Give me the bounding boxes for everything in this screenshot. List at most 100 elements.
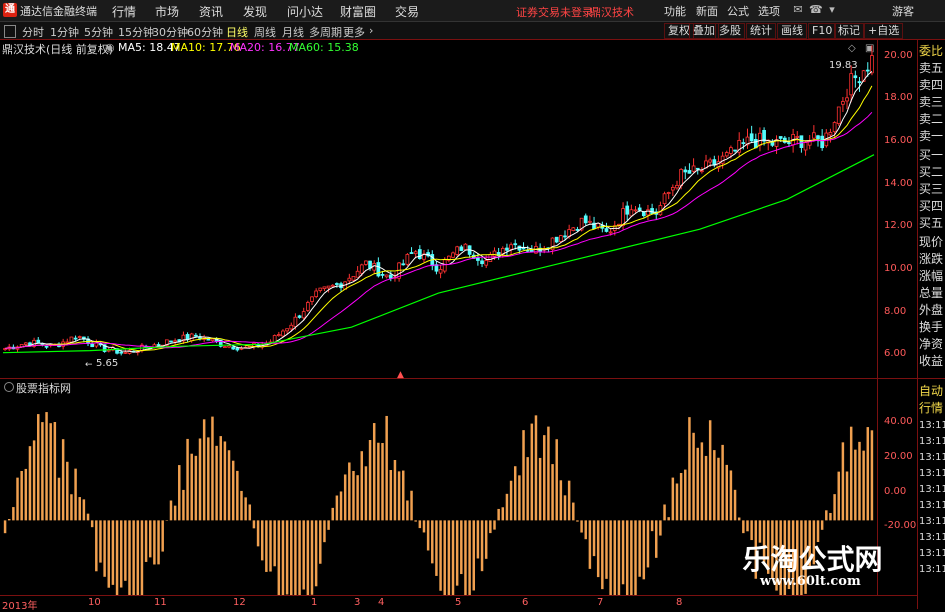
f10-button[interactable]: F10 xyxy=(808,23,836,39)
indicator-bar xyxy=(41,422,43,520)
add-favorite-button[interactable]: +自选 xyxy=(864,23,903,39)
indicator-bar xyxy=(535,415,537,520)
candle-body xyxy=(302,312,305,318)
tab-period-multi[interactable]: 多周期 xyxy=(309,24,342,40)
candle-body xyxy=(576,229,579,230)
tab-period-more[interactable]: 更多 xyxy=(343,24,365,40)
event-marker-icon[interactable]: ▲ xyxy=(397,370,404,380)
indicator-bar xyxy=(8,519,10,520)
tab-period-30min[interactable]: 30分钟 xyxy=(152,24,188,40)
candle-body xyxy=(464,244,467,249)
y-tick-label: 10.00 xyxy=(884,263,913,274)
indicator-bar xyxy=(597,520,599,577)
indicator-bar xyxy=(62,439,64,520)
candle-body xyxy=(812,133,815,138)
user-label[interactable]: 游客 xyxy=(892,3,914,19)
tab-period-5min[interactable]: 5分钟 xyxy=(84,24,113,40)
indicator-bar xyxy=(228,450,230,520)
menu-item-discover[interactable]: 发现 xyxy=(243,3,267,20)
indicator-settings-icon[interactable] xyxy=(4,382,14,392)
candle-body xyxy=(817,136,820,139)
candle-body xyxy=(385,275,388,277)
tab-period-15min[interactable]: 15分钟 xyxy=(118,24,154,40)
quote-label-net-asset: 净资 xyxy=(919,336,943,352)
indicator-bar xyxy=(406,500,408,520)
multi-stock-button[interactable]: 多股 xyxy=(715,23,745,39)
candle-body xyxy=(323,287,326,289)
indicator-bar xyxy=(410,491,412,521)
pane-divider[interactable] xyxy=(0,378,917,379)
stats-button[interactable]: 统计 xyxy=(746,23,776,39)
tab-period-weekly[interactable]: 周线 xyxy=(254,24,276,40)
menu-item-wealth[interactable]: 财富圈 xyxy=(340,3,376,20)
candle-body xyxy=(78,337,81,338)
indicator-bar xyxy=(614,520,616,595)
menu-item-trade[interactable]: 交易 xyxy=(395,3,419,20)
candle-body xyxy=(742,143,745,144)
indicator-bar xyxy=(746,520,748,531)
indicator-bar xyxy=(456,520,458,585)
indicator-bar xyxy=(54,422,56,520)
x-tick-label: 1 xyxy=(311,597,317,608)
indicator-bar xyxy=(137,520,139,595)
quote-label-ask2: 卖二 xyxy=(919,111,943,127)
menu-formula[interactable]: 公式 xyxy=(727,3,749,19)
tab-period-daily[interactable]: 日线 xyxy=(226,24,248,40)
candle-body xyxy=(804,143,807,150)
indicator-bar xyxy=(120,520,122,587)
x-tick-label: 10 xyxy=(88,597,101,608)
indicator-bar xyxy=(871,430,873,520)
indicator-bar xyxy=(4,520,6,533)
candle-body xyxy=(286,329,289,331)
indicator-bar xyxy=(419,520,421,528)
quote-tab-button[interactable]: 行情 xyxy=(919,400,943,416)
tab-period-1min[interactable]: 1分钟 xyxy=(50,24,79,40)
menu-item-ask[interactable]: 问小达 xyxy=(287,3,323,20)
tab-period-60min[interactable]: 60分钟 xyxy=(187,24,223,40)
indicator-bar xyxy=(215,446,217,521)
auto-button[interactable]: 自动 xyxy=(919,383,943,399)
more-icon[interactable]: ▾ xyxy=(826,4,838,16)
y-tick-label: 6.00 xyxy=(884,348,906,359)
indicator-bar xyxy=(319,520,321,563)
menu-item-news[interactable]: 资讯 xyxy=(199,3,223,20)
candle-body xyxy=(642,212,645,216)
low-price-label: 5.65 xyxy=(96,358,118,369)
candle-body xyxy=(157,344,160,345)
mail-icon[interactable]: ✉ xyxy=(792,4,804,16)
chevron-right-icon[interactable]: › xyxy=(369,24,373,37)
login-notice[interactable]: 证券交易未登录 xyxy=(516,4,593,20)
menu-item-hangqing[interactable]: 行情 xyxy=(112,3,136,20)
tab-period-fenshi[interactable]: 分时 xyxy=(22,24,44,40)
candle-body xyxy=(331,285,334,286)
candle-body xyxy=(734,150,737,151)
mark-button[interactable]: 标记 xyxy=(834,23,864,39)
candle-body xyxy=(729,148,732,154)
indicator-bar xyxy=(701,442,703,520)
candle-body xyxy=(771,142,774,145)
candle-body xyxy=(489,255,492,262)
indicator-bar xyxy=(265,520,267,572)
sidebar-toggle-icon[interactable] xyxy=(4,25,16,38)
menu-function[interactable]: 功能 xyxy=(664,3,686,19)
candle-body xyxy=(866,70,869,71)
ma5-line xyxy=(5,71,872,352)
candle-body xyxy=(37,340,40,343)
quote-label-ask3: 卖三 xyxy=(919,94,943,110)
candle-body xyxy=(676,185,679,188)
price-chart[interactable] xyxy=(0,40,877,378)
menu-new-page[interactable]: 新面 xyxy=(696,3,718,19)
indicator-bar xyxy=(16,478,18,521)
indicator-y-tick: 20.00 xyxy=(884,451,913,462)
indicator-bar xyxy=(211,417,213,521)
phone-icon[interactable]: ☎ xyxy=(809,4,821,16)
draw-button[interactable]: 画线 xyxy=(777,23,807,39)
candle-body xyxy=(846,98,849,101)
panel-divider xyxy=(917,378,945,379)
tab-period-monthly[interactable]: 月线 xyxy=(282,24,304,40)
menu-options[interactable]: 选项 xyxy=(758,3,780,19)
indicator-bar xyxy=(622,520,624,584)
indicator-bar xyxy=(74,469,76,521)
menu-item-market[interactable]: 市场 xyxy=(155,3,179,20)
y-tick-label: 18.00 xyxy=(884,92,913,103)
